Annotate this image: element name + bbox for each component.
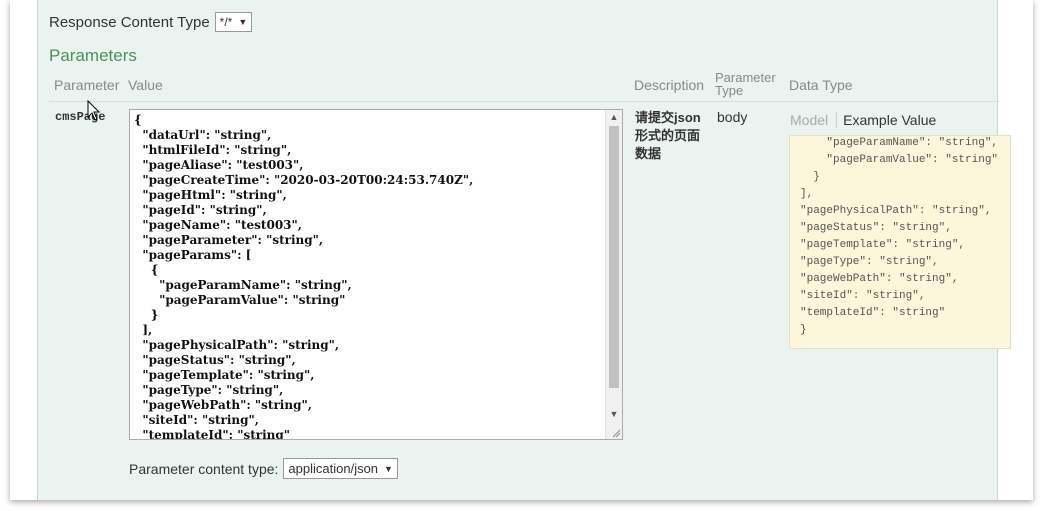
header-value: Value — [128, 77, 163, 93]
response-content-type-select[interactable]: */* ▼ — [214, 12, 253, 32]
example-value-text: "pageParamName": "string", "pageParamVal… — [800, 137, 999, 336]
header-parameter-type-line2: Type — [715, 83, 744, 98]
scroll-thumb[interactable] — [609, 126, 619, 388]
resize-grip-icon[interactable] — [611, 428, 621, 438]
header-parameter: Parameter — [54, 77, 120, 93]
response-content-type-value: */* — [219, 15, 233, 29]
parameter-content-type-row: Parameter content type: application/json… — [129, 458, 398, 479]
textarea-scrollbar[interactable]: ▲ ▼ — [605, 110, 622, 439]
tab-model[interactable]: Model — [790, 112, 828, 128]
window-frame: Response Content Type */* ▼ Parameters P… — [10, 0, 1033, 500]
parameter-type-value: body — [717, 109, 748, 125]
example-value-box[interactable]: "pageParamName": "string", "pageParamVal… — [789, 135, 1011, 349]
scroll-up-arrow-icon[interactable]: ▲ — [606, 110, 622, 124]
dropdown-arrow-icon: ▼ — [384, 463, 393, 474]
parameter-content-type-label: Parameter content type: — [129, 460, 279, 477]
parameter-value-text: { "dataUrl": "string", "htmlFileId": "st… — [134, 113, 474, 440]
response-content-type-label: Response Content Type — [49, 13, 210, 31]
mouse-cursor-icon — [87, 100, 101, 121]
parameter-description: 请提交json形式的页面数据 — [635, 110, 701, 161]
parameters-title: Parameters — [49, 46, 137, 65]
data-type-tabs: Model Example Value — [790, 112, 936, 128]
dropdown-arrow-icon: ▼ — [238, 17, 248, 27]
header-divider — [49, 101, 999, 102]
parameter-content-type-select[interactable]: application/json ▼ — [283, 458, 398, 479]
operation-panel: Response Content Type */* ▼ Parameters P… — [37, 0, 1011, 500]
header-data-type: Data Type — [789, 77, 853, 93]
tab-example-value[interactable]: Example Value — [836, 112, 936, 128]
parameter-value-textarea[interactable]: { "dataUrl": "string", "htmlFileId": "st… — [129, 109, 623, 440]
response-content-type-row: Response Content Type */* ▼ — [49, 12, 253, 32]
scroll-down-arrow-icon[interactable]: ▼ — [606, 407, 622, 421]
parameter-content-type-value: application/json — [288, 461, 379, 476]
header-parameter-type: Parameter Type — [715, 71, 776, 97]
header-description: Description — [634, 77, 705, 93]
